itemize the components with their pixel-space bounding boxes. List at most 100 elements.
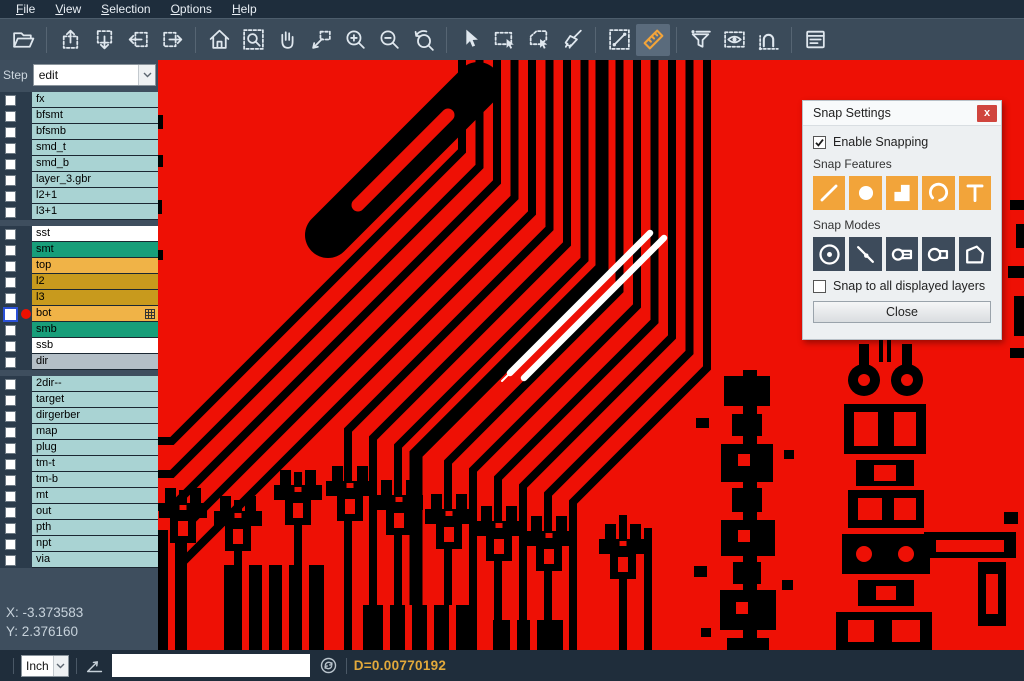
layer-visibility-checkbox[interactable]	[5, 555, 16, 566]
zoom-extents-button[interactable]	[236, 24, 270, 56]
pad-snap-button[interactable]	[849, 176, 881, 210]
surface-snap-button[interactable]	[886, 176, 918, 210]
open-file-button[interactable]	[6, 24, 40, 56]
layer-row-smb[interactable]: smb	[0, 322, 158, 338]
layer-visibility-checkbox[interactable]	[5, 325, 16, 336]
layer-visibility-checkbox[interactable]	[5, 127, 16, 138]
arc-snap-button[interactable]	[922, 176, 954, 210]
layer-row-dir[interactable]: dir	[0, 354, 158, 370]
layer-label[interactable]: layer_3.gbr	[32, 172, 158, 188]
report-button[interactable]	[798, 24, 832, 56]
enable-snapping-checkbox[interactable]	[813, 136, 826, 149]
zoom-previous-button[interactable]	[406, 24, 440, 56]
measure-ruler-button[interactable]	[636, 24, 670, 56]
layer-row-ssb[interactable]: ssb	[0, 338, 158, 354]
cleanup-brush-button[interactable]	[555, 24, 589, 56]
layer-label[interactable]: ssb	[32, 338, 158, 354]
layer-visibility-checkbox[interactable]	[5, 143, 16, 154]
menu-item-view[interactable]: View	[45, 0, 91, 18]
layer-row-bfsmt[interactable]: bfsmt	[0, 108, 158, 124]
layer-row-npt[interactable]: npt	[0, 536, 158, 552]
layer-visibility-checkbox[interactable]	[5, 459, 16, 470]
center-snap-button[interactable]	[813, 237, 845, 271]
layer-label[interactable]: sst	[32, 226, 158, 242]
menu-item-selection[interactable]: Selection	[91, 0, 160, 18]
layer-row-smd_b[interactable]: smd_b	[0, 156, 158, 172]
layer-visibility-checkbox[interactable]	[5, 309, 16, 320]
home-view-button[interactable]	[202, 24, 236, 56]
zoom-in-button[interactable]	[338, 24, 372, 56]
layer-label[interactable]: bfsmb	[32, 124, 158, 140]
layer-label[interactable]: npt	[32, 536, 158, 552]
layer-label[interactable]: smt	[32, 242, 158, 258]
layer-row-l3+1[interactable]: l3+1	[0, 204, 158, 220]
measure-line-button[interactable]	[602, 24, 636, 56]
layer-visibility-checkbox[interactable]	[5, 507, 16, 518]
filter-button[interactable]	[683, 24, 717, 56]
layer-row-via[interactable]: via	[0, 552, 158, 568]
layer-visibility-checkbox[interactable]	[5, 277, 16, 288]
snap-all-layers-checkbox[interactable]	[813, 280, 826, 293]
layer-visibility-checkbox[interactable]	[5, 95, 16, 106]
pan-button[interactable]	[270, 24, 304, 56]
layer-visibility-checkbox[interactable]	[5, 293, 16, 304]
layer-row-sst[interactable]: sst	[0, 226, 158, 242]
command-input[interactable]	[112, 654, 310, 677]
layer-visibility-checkbox[interactable]	[5, 341, 16, 352]
layer-row-l2[interactable]: l2	[0, 274, 158, 290]
layer-visibility-checkbox[interactable]	[5, 245, 16, 256]
layer-label[interactable]: bfsmt	[32, 108, 158, 124]
layer-row-dirgerber[interactable]: dirgerber	[0, 408, 158, 424]
layer-row-pth[interactable]: pth	[0, 520, 158, 536]
layer-label[interactable]: dirgerber	[32, 408, 158, 424]
layer-visibility-checkbox[interactable]	[5, 191, 16, 202]
layer-label[interactable]: map	[32, 424, 158, 440]
units-select[interactable]: Inch	[21, 655, 69, 677]
layer-label[interactable]: smb	[32, 322, 158, 338]
menu-item-file[interactable]: File	[6, 0, 45, 18]
layer-visibility-checkbox[interactable]	[5, 427, 16, 438]
layer-row-mt[interactable]: mt	[0, 488, 158, 504]
layer-label[interactable]: tm-b	[32, 472, 158, 488]
zoom-out-button[interactable]	[372, 24, 406, 56]
shift-left-button[interactable]	[121, 24, 155, 56]
layer-label[interactable]: mt	[32, 488, 158, 504]
layer-row-tm-t[interactable]: tm-t	[0, 456, 158, 472]
text-snap-button[interactable]	[959, 176, 991, 210]
layer-visibility-checkbox[interactable]	[5, 111, 16, 122]
layer-row-tm-b[interactable]: tm-b	[0, 472, 158, 488]
layer-row-l3[interactable]: l3	[0, 290, 158, 306]
layer-row-out[interactable]: out	[0, 504, 158, 520]
shift-right-button[interactable]	[155, 24, 189, 56]
layer-label[interactable]: pth	[32, 520, 158, 536]
select-button[interactable]	[453, 24, 487, 56]
slot-horizontal-snap-button[interactable]	[886, 237, 918, 271]
layer-label[interactable]: l3+1	[32, 204, 158, 220]
layer-row-smd_t[interactable]: smd_t	[0, 140, 158, 156]
layer-row-fx[interactable]: fx	[0, 92, 158, 108]
layer-label[interactable]: via	[32, 552, 158, 568]
layer-visibility-checkbox[interactable]	[5, 539, 16, 550]
menu-item-options[interactable]: Options	[161, 0, 222, 18]
layer-label[interactable]: plug	[32, 440, 158, 456]
layer-visibility-checkbox[interactable]	[5, 159, 16, 170]
corner-snap-button[interactable]	[959, 237, 991, 271]
layer-row-top[interactable]: top	[0, 258, 158, 274]
menu-item-help[interactable]: Help	[222, 0, 267, 18]
close-button[interactable]: Close	[813, 301, 991, 323]
line-snap-button[interactable]	[813, 176, 845, 210]
layer-label[interactable]: top	[32, 258, 158, 274]
layer-visibility-checkbox[interactable]	[5, 395, 16, 406]
midpoint-snap-button[interactable]	[849, 237, 881, 271]
polygon-select-button[interactable]	[521, 24, 555, 56]
layer-label[interactable]: smd_t	[32, 140, 158, 156]
step-select[interactable]: edit	[33, 64, 156, 86]
layer-visibility-checkbox[interactable]	[5, 523, 16, 534]
layer-label[interactable]: fx	[32, 92, 158, 108]
layer-row-plug[interactable]: plug	[0, 440, 158, 456]
layer-row-map[interactable]: map	[0, 424, 158, 440]
close-icon[interactable]: x	[977, 105, 997, 122]
layer-label[interactable]: l2	[32, 274, 158, 290]
layer-row-smt[interactable]: smt	[0, 242, 158, 258]
layer-row-bot[interactable]: bot	[0, 306, 158, 322]
